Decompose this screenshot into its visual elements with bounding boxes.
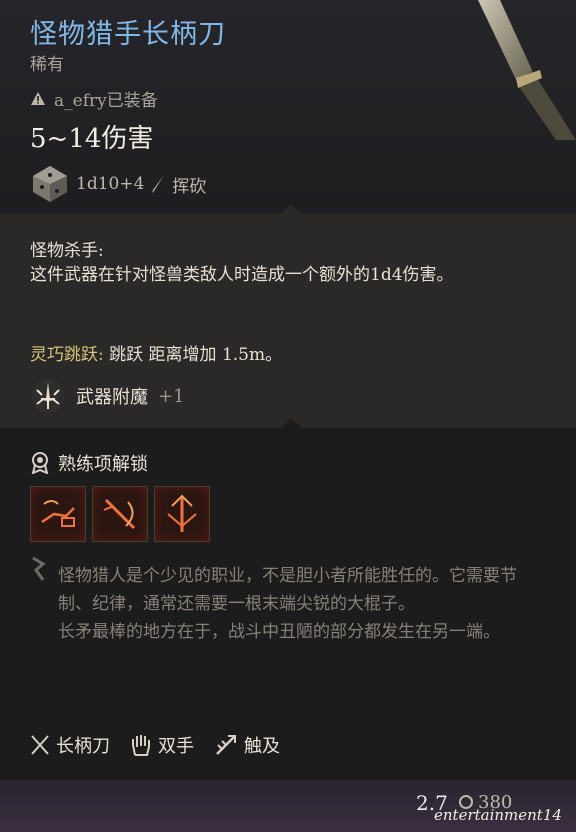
equipped-indicator: a_efry已装备 <box>30 86 158 111</box>
lore-paragraph-1: 怪物猎人是个少见的职业，不是胆小者所能胜任的。它需要节制、纪律，通常还需要一根末… <box>58 566 517 614</box>
passive-description: 这件武器在针对怪兽类敌人时造成一个额外的1d4伤害。 <box>30 265 454 285</box>
warning-icon <box>31 91 45 105</box>
proficiency-icons <box>30 486 210 542</box>
enchantment-icon <box>31 379 65 413</box>
enchantment-label: 武器附魔 <box>76 387 148 408</box>
proficiency-medal-icon <box>31 452 49 474</box>
item-title: 怪物猎手长柄刀 <box>30 19 226 50</box>
leap-bonus: 灵巧跳跃: 跳跃 距离增加 1.5m。 <box>30 340 282 365</box>
property-label: 长柄刀 <box>56 736 110 757</box>
property-two-handed[interactable]: 双手 <box>130 732 194 758</box>
weapon-properties: 长柄刀 双手 触及 <box>30 732 290 758</box>
lore-quill-icon <box>32 556 46 581</box>
damage-type: 挥砍 <box>172 176 207 197</box>
crossed-weapons-icon <box>31 735 49 755</box>
lore-paragraph-2: 长矛最棒的地方在于，战斗中丑陋的部分都发生在另一端。 <box>58 622 500 642</box>
property-polearm[interactable]: 长柄刀 <box>30 732 110 758</box>
property-label: 触及 <box>244 736 280 757</box>
damage-range: 5~14伤害 <box>30 124 154 154</box>
slash-damage-icon <box>152 175 165 193</box>
enchantment-row: 武器附魔 +1 <box>30 378 185 414</box>
enchantment-bonus: +1 <box>158 385 185 407</box>
proficiency-heading: 熟练项解锁 <box>58 454 148 475</box>
damage-dice-row: 1d10+4 挥砍 <box>30 164 206 204</box>
passive-title: 怪物杀手: <box>30 241 104 261</box>
proficiency-header: 熟练项解锁 <box>30 450 148 476</box>
dice-icon <box>33 166 67 202</box>
leap-text: 跳跃 距离增加 1.5m。 <box>103 345 283 365</box>
dice-formula: 1d10+4 <box>76 174 145 194</box>
pommel-strike-icon[interactable] <box>30 486 86 542</box>
watermark: entertainment14 <box>434 806 562 824</box>
reach-icon <box>216 735 236 755</box>
item-tooltip: 怪物猎手长柄刀 稀有 a_efry已装备 5~14伤害 1d10+4 挥砍 怪物… <box>0 0 576 832</box>
equipped-text: a_efry已装备 <box>54 91 158 111</box>
lore-text: 怪物猎人是个少见的职业，不是胆小者所能胜任的。它需要节制、纪律，通常还需要一根末… <box>58 562 548 646</box>
leap-name: 灵巧跳跃: <box>30 345 104 365</box>
lacerate-icon[interactable] <box>92 486 148 542</box>
property-reach[interactable]: 触及 <box>214 732 280 758</box>
polearm-art-icon <box>478 0 576 140</box>
two-hand-icon <box>132 735 150 756</box>
rarity-label: 稀有 <box>30 55 64 75</box>
property-label: 双手 <box>158 736 194 757</box>
piercing-strike-icon[interactable] <box>154 486 210 542</box>
